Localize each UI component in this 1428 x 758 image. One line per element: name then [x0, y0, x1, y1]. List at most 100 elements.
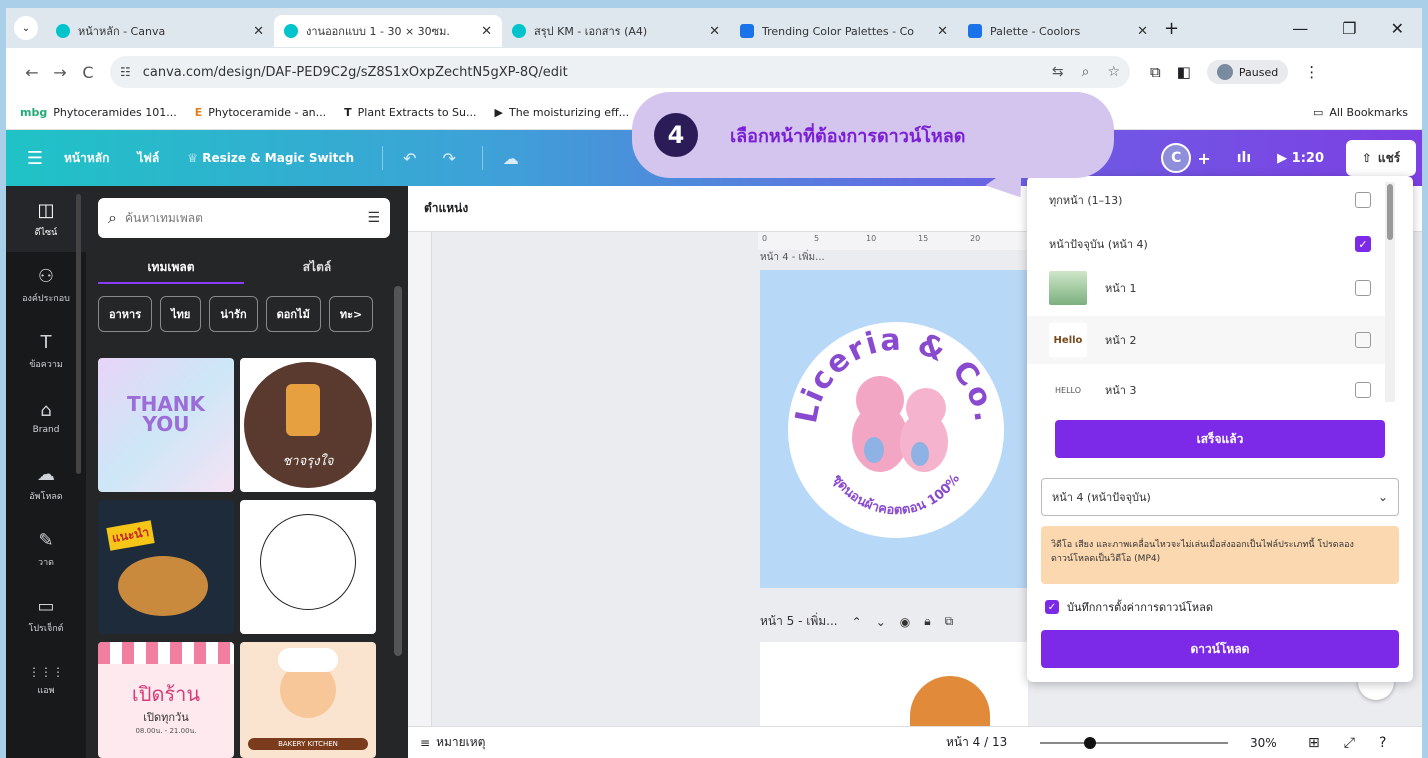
close-icon[interactable]: ✕	[253, 24, 264, 39]
template-search-input[interactable]: ⌕ ค้นหาเทมเพลต ☰	[98, 198, 390, 238]
list-scrollbar[interactable]	[1385, 182, 1395, 402]
template-cha-thai[interactable]: ชาจรุงใจ	[240, 358, 376, 492]
translate-icon[interactable]: ⇆	[1052, 64, 1064, 80]
reload-icon[interactable]: C	[74, 63, 102, 82]
close-window-icon[interactable]: ✕	[1391, 19, 1404, 38]
cloud-saved-icon[interactable]: ☁	[503, 149, 519, 168]
sidepanel-icon[interactable]: ◧	[1177, 63, 1191, 81]
tab-trending-palettes[interactable]: Trending Color Palettes - Co ✕	[730, 15, 958, 47]
tab-templates[interactable]: เทมเพลต	[98, 250, 244, 284]
home-button[interactable]: หน้าหลัก	[64, 149, 109, 168]
template-open-shop[interactable]: เปิดร้าน เปิดทุกวัน 08.00น. - 21.00น.	[98, 642, 234, 758]
bookmark-item[interactable]: T Plant Extracts to Su...	[344, 106, 476, 119]
zoom-percent[interactable]: 30%	[1250, 736, 1277, 750]
duplicate-icon[interactable]: ⧉	[945, 614, 954, 629]
rail-item-projects[interactable]: ▭ โปรเจ็กต์	[6, 582, 86, 648]
chip-cute[interactable]: น่ารัก	[209, 296, 258, 332]
resize-button[interactable]: ♕ Resize & Magic Switch	[187, 151, 354, 165]
panel-scrollbar[interactable]	[394, 286, 402, 656]
chip-thai[interactable]: ไทย	[160, 296, 202, 332]
hamburger-icon[interactable]: ☰	[6, 148, 64, 169]
template-recommend[interactable]: แนะนำ	[98, 500, 234, 634]
undo-icon[interactable]: ↶	[403, 149, 416, 168]
fullscreen-icon[interactable]: ⤢	[1344, 735, 1355, 751]
design-page-4[interactable]: Liceria & Co. ชุดนอนผ้าคอตตอน 100%	[760, 270, 1028, 588]
tab-km-summary[interactable]: สรุป KM - เอกสาร (A4) ✕	[502, 15, 730, 47]
tab-search-icon[interactable]: ⌄	[14, 16, 38, 40]
page-5-title[interactable]: หน้า 5 - เพิ่ม...	[760, 612, 838, 631]
filter-icon[interactable]: ☰	[367, 210, 380, 226]
close-icon[interactable]: ✕	[1137, 24, 1148, 39]
checkbox-checked[interactable]: ✓	[1045, 600, 1059, 614]
tab-canva-design[interactable]: งานออกแบบ 1 - 30 × 30ซม. ✕	[274, 15, 502, 47]
download-button[interactable]: ดาวน์โหลด	[1041, 630, 1399, 668]
bookmark-item[interactable]: mbg Phytoceramides 101...	[20, 106, 177, 119]
close-icon[interactable]: ✕	[937, 24, 948, 39]
chip-flower[interactable]: ดอกไม้	[265, 296, 321, 332]
rail-item-uploads[interactable]: ☁ อัพโหลด	[6, 450, 86, 516]
save-settings-option[interactable]: ✓ บันทึกการตั้งค่าการดาวน์โหลด	[1045, 598, 1213, 616]
insights-icon[interactable]: ılı	[1237, 150, 1251, 166]
minimize-icon[interactable]: —	[1292, 19, 1308, 38]
bookmark-item[interactable]: ▶ The moisturizing eff...	[495, 106, 630, 119]
restore-icon[interactable]: ❐	[1342, 19, 1356, 38]
rail-scrollbar[interactable]	[76, 194, 81, 474]
checkbox-checked[interactable]: ✓	[1355, 236, 1371, 252]
zoom-slider-handle[interactable]	[1084, 737, 1096, 749]
add-collaborator-icon[interactable]: +	[1197, 149, 1210, 168]
file-menu-button[interactable]: ไฟล์	[137, 149, 159, 168]
menu-icon[interactable]: ⋮	[1304, 63, 1319, 81]
tab-coolors-palette[interactable]: Palette - Coolors ✕	[958, 15, 1158, 47]
profile-button[interactable]: Paused	[1206, 60, 1289, 84]
forward-icon[interactable]: →	[46, 63, 74, 82]
site-info-icon[interactable]: ☷	[120, 65, 131, 79]
list-scrollbar-thumb[interactable]	[1387, 184, 1393, 240]
close-icon[interactable]: ✕	[481, 24, 492, 39]
chip-food[interactable]: อาหาร	[98, 296, 153, 332]
present-button[interactable]: ▶ 1:20	[1277, 151, 1324, 166]
new-tab-icon[interactable]: +	[1164, 18, 1179, 39]
redo-icon[interactable]: ↷	[442, 149, 455, 168]
page-4-title[interactable]: หน้า 4 - เพิ่ม...	[760, 250, 825, 265]
design-page-5[interactable]	[760, 642, 1028, 726]
position-button[interactable]: ตำแหน่ง	[424, 199, 468, 218]
tab-canva-home[interactable]: หน้าหลัก - Canva ✕	[46, 15, 274, 47]
close-icon[interactable]: ✕	[709, 24, 720, 39]
notes-button[interactable]: ≡ หมายเหตุ	[420, 733, 485, 752]
option-current-page[interactable]: หน้าปัจจุบัน (หน้า 4) ✓	[1027, 220, 1385, 268]
lock-icon[interactable]: 🔒︎	[924, 614, 930, 629]
chip-more[interactable]: ทะ>	[328, 296, 374, 332]
option-page-2[interactable]: Hello หน้า 2	[1027, 316, 1385, 364]
rail-item-text[interactable]: T ข้อความ	[6, 318, 86, 384]
help-icon[interactable]: ?	[1379, 735, 1386, 751]
rail-item-brand[interactable]: ⌂ Brand	[6, 384, 86, 450]
rail-item-draw[interactable]: ✎ วาด	[6, 516, 86, 582]
template-chef[interactable]: BAKERY KITCHEN	[240, 642, 376, 758]
all-bookmarks-button[interactable]: ▭ All Bookmarks	[1313, 106, 1408, 119]
chevron-down-icon[interactable]: ⌄	[876, 615, 886, 629]
grid-view-icon[interactable]: ⊞	[1308, 735, 1320, 751]
star-icon[interactable]: ☆	[1107, 64, 1120, 80]
tab-styles[interactable]: สไตล์	[244, 250, 390, 284]
template-sh-logo[interactable]: SH. SANDA HARO	[240, 500, 376, 634]
template-thank-you[interactable]: THANK YOU	[98, 358, 234, 492]
back-icon[interactable]: ←	[18, 63, 46, 82]
rail-item-elements[interactable]: ⚇ องค์ประกอบ	[6, 252, 86, 318]
option-page-3[interactable]: HELLO หน้า 3	[1027, 366, 1385, 408]
page-indicator[interactable]: หน้า 4 / 13	[946, 733, 1007, 752]
eye-icon[interactable]: ◉	[900, 615, 910, 629]
done-button[interactable]: เสร็จแล้ว	[1055, 420, 1385, 458]
checkbox[interactable]	[1355, 280, 1371, 296]
page-select-dropdown[interactable]: หน้า 4 (หน้าปัจจุบัน) ⌄	[1041, 478, 1399, 516]
zoom-icon[interactable]: ⌕	[1082, 64, 1090, 80]
chevron-up-icon[interactable]: ⌃	[852, 615, 862, 629]
share-button[interactable]: ⇧ แชร์	[1346, 140, 1416, 176]
rail-item-design[interactable]: ◫ ดีไซน์	[6, 186, 86, 252]
avatar[interactable]: C	[1161, 143, 1192, 173]
option-page-1[interactable]: หน้า 1	[1027, 264, 1385, 312]
checkbox[interactable]	[1355, 192, 1371, 208]
checkbox[interactable]	[1355, 332, 1371, 348]
bookmark-item[interactable]: E Phytoceramide - an...	[195, 106, 326, 119]
checkbox[interactable]	[1355, 382, 1371, 398]
extensions-icon[interactable]: ⧉	[1150, 63, 1161, 81]
